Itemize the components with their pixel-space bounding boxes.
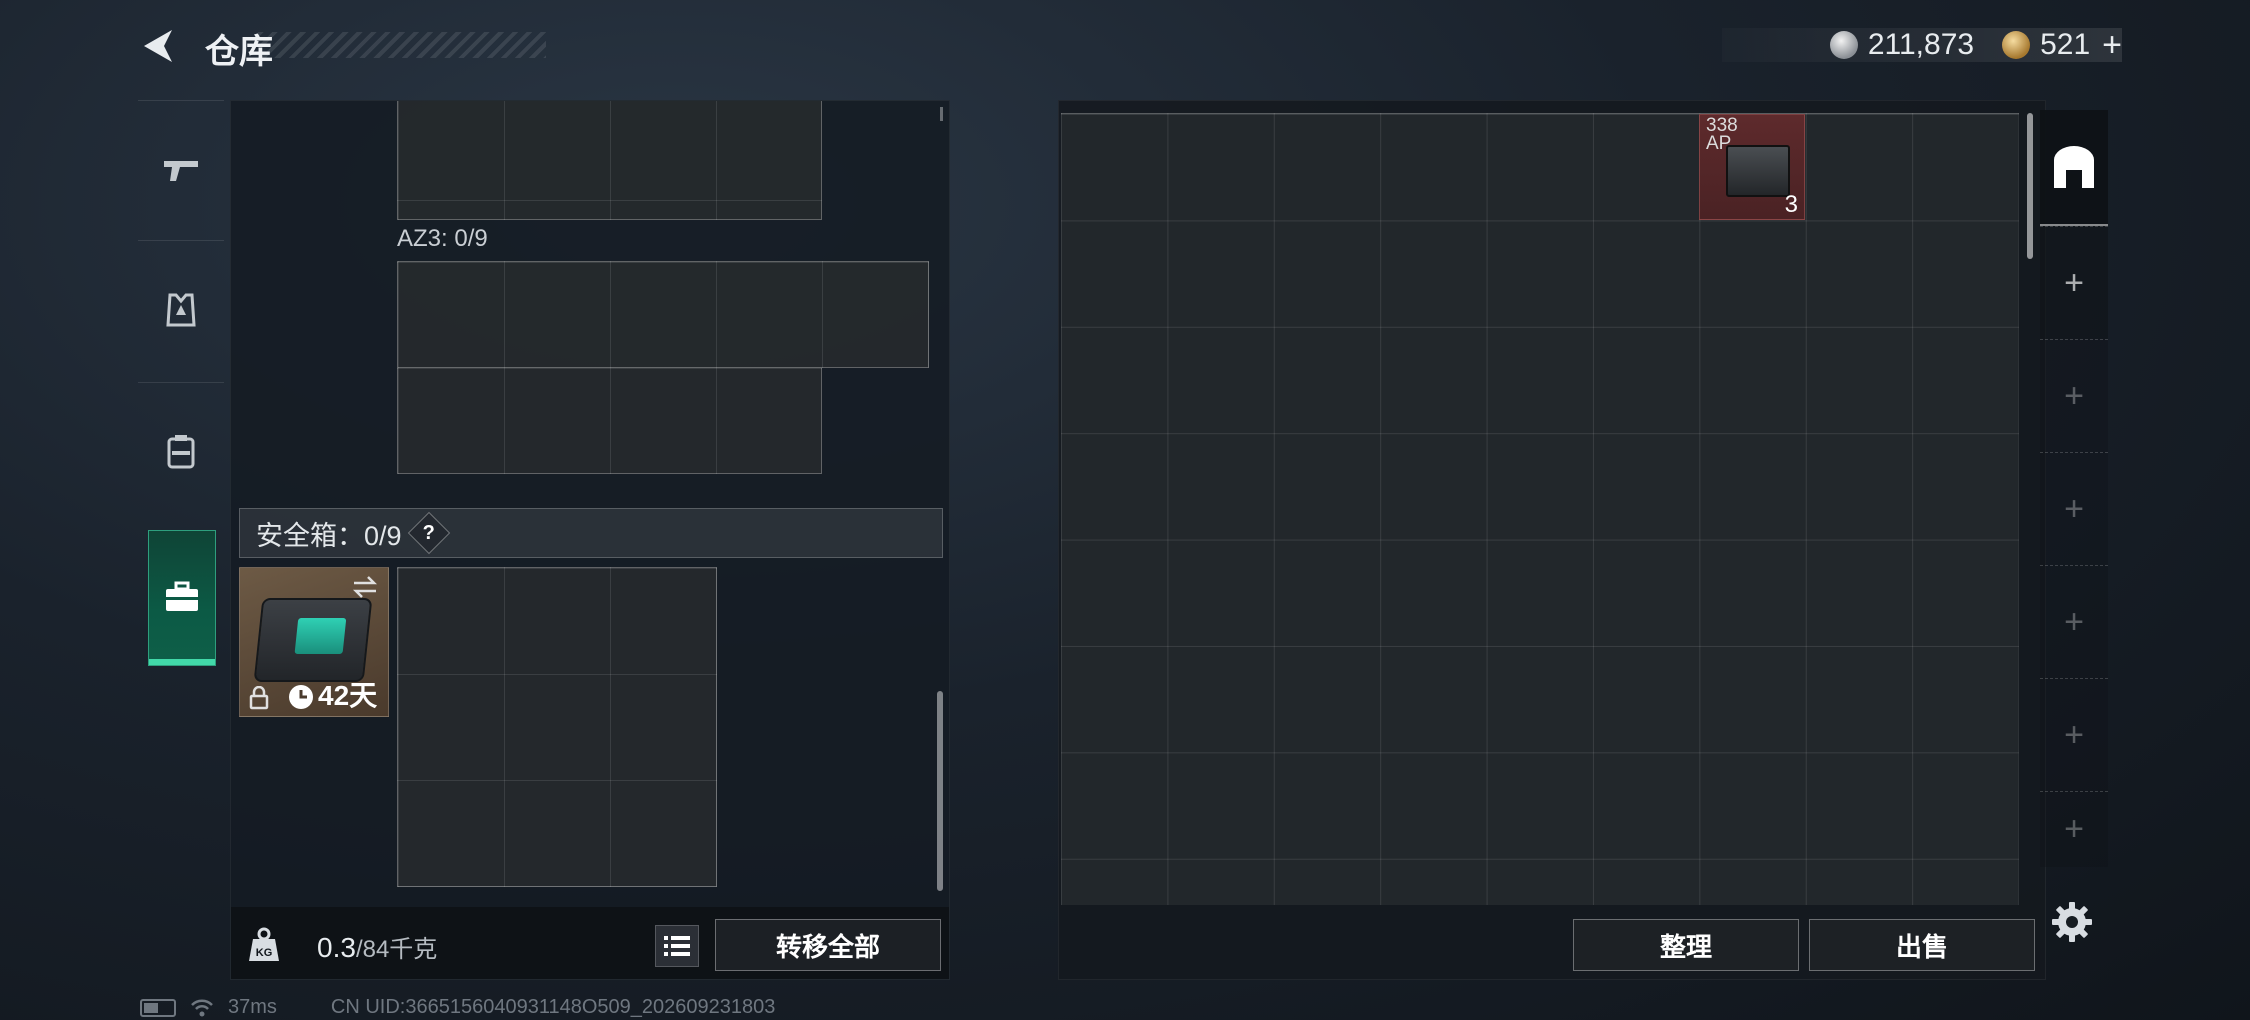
- back-arrow-icon[interactable]: [138, 26, 178, 66]
- tab-weapons[interactable]: [138, 100, 224, 238]
- svg-text:KG: KG: [256, 947, 273, 959]
- gold-amount: 521: [2040, 28, 2091, 61]
- backpack-icon: [167, 434, 195, 468]
- add-gold-button[interactable]: +: [2102, 26, 2122, 65]
- ping-text: 37ms: [228, 996, 277, 1018]
- container-grid-top: [397, 101, 822, 220]
- weight-max: /84千克: [355, 936, 438, 963]
- safe-box-days-left: 42天: [318, 680, 378, 711]
- weight-kg-icon: KG: [249, 927, 279, 961]
- tab-add-1[interactable]: +: [2040, 226, 2108, 339]
- page-title: 仓库: [205, 33, 273, 71]
- tab-add-4[interactable]: +: [2040, 565, 2108, 678]
- safe-box-case-image: [253, 598, 373, 682]
- stash-scrollbar[interactable]: [2027, 113, 2033, 259]
- loadout-panel: AZ3: 0/9 安全箱：0/9 ? 42天 KG 0.3/84千克 转移全部: [230, 100, 950, 980]
- ammo-item-338ap[interactable]: 338 AP 3: [1699, 114, 1805, 220]
- weight-bar: KG 0.3/84千克 转移全部: [231, 907, 949, 979]
- transfer-all-button[interactable]: 转移全部: [715, 919, 941, 971]
- safe-box-item[interactable]: 42天: [239, 567, 389, 717]
- tab-safe-box[interactable]: [148, 530, 216, 666]
- safe-box-panel: [294, 618, 347, 654]
- tab-add-3[interactable]: +: [2040, 452, 2108, 565]
- armor-vest-icon: [166, 293, 196, 326]
- tab-stash-main[interactable]: [2040, 110, 2108, 226]
- list-view-button[interactable]: [655, 925, 699, 967]
- warehouse-icon: [2054, 146, 2094, 188]
- tab-add-6[interactable]: +: [2040, 791, 2108, 867]
- az3-grid-row1[interactable]: [397, 261, 929, 368]
- ammo-item-count: 3: [1784, 191, 1798, 218]
- stash-panel: 338 AP 3 整理 出售: [1058, 100, 2046, 980]
- wifi-icon: [191, 999, 213, 1016]
- weight-value: 0.3/84千克: [317, 929, 437, 964]
- uid-text: CN UID:3665156040931148O509_202609231803: [330, 996, 776, 1018]
- silver-coin-icon: [1829, 31, 1858, 59]
- battery-icon: [140, 998, 176, 1017]
- silver-amount: 211,873: [1867, 28, 1975, 61]
- status-bar: 37ms CN UID:3665156040931148O509_2026092…: [140, 996, 775, 1019]
- tab-backpack[interactable]: [138, 382, 224, 520]
- list-icon: [664, 936, 690, 956]
- sort-button[interactable]: 整理: [1573, 919, 1799, 971]
- swap-icon[interactable]: [350, 572, 380, 602]
- az3-grid-row2[interactable]: [397, 367, 822, 474]
- loadout-scrollbar-top: [940, 107, 943, 121]
- tab-add-5[interactable]: +: [2040, 678, 2108, 791]
- lock-icon: [249, 686, 269, 710]
- sell-button[interactable]: 出售: [1809, 919, 2035, 971]
- question-icon: ?: [422, 521, 435, 544]
- title-decoration: [258, 32, 546, 58]
- currency-display: 211,873 521 +: [1829, 26, 2122, 65]
- settings-gear-icon[interactable]: [2050, 900, 2094, 944]
- safe-box-grid[interactable]: [397, 567, 717, 887]
- tab-add-2[interactable]: +: [2040, 339, 2108, 452]
- az3-label: AZ3: 0/9: [397, 225, 488, 252]
- clock-icon: [289, 685, 313, 709]
- loadout-scrollbar[interactable]: [937, 691, 943, 891]
- category-tabs: [138, 100, 224, 672]
- help-button[interactable]: ?: [407, 511, 450, 555]
- stash-grid[interactable]: 338 AP 3: [1061, 113, 2019, 905]
- gold-coin-icon: [2002, 31, 2031, 59]
- ammo-box-image: [1726, 145, 1790, 197]
- weight-current: 0.3: [317, 932, 356, 963]
- safe-box-label: 安全箱：0/9: [256, 520, 402, 551]
- stash-page-tabs: + + + + + +: [2040, 110, 2108, 870]
- safe-box-header: 安全箱：0/9 ?: [239, 508, 943, 558]
- briefcase-icon: [166, 581, 198, 611]
- pistol-icon: [164, 160, 198, 181]
- tab-armor[interactable]: [138, 240, 224, 378]
